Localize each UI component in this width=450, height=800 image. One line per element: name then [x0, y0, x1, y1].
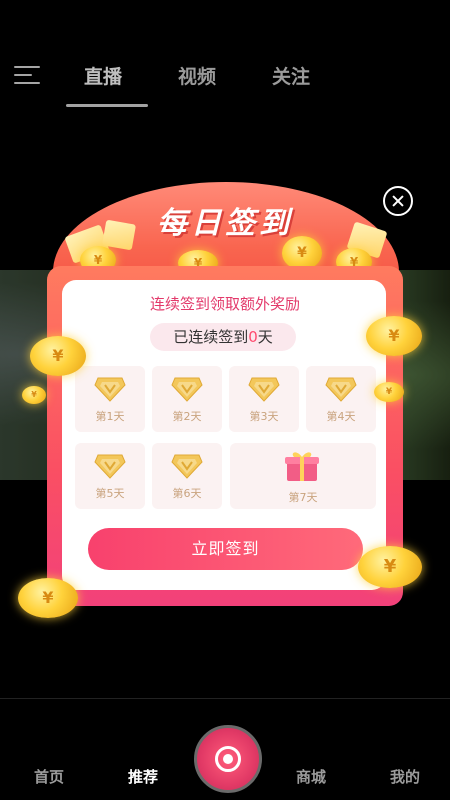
nav-home[interactable]: 首页 [34, 766, 64, 787]
coin-icon [30, 336, 86, 376]
day-label: 第2天 [172, 410, 202, 423]
coin-icon [18, 578, 78, 618]
streak-count: 0 [248, 328, 258, 346]
day-6-cell[interactable]: 第6天 [152, 443, 222, 509]
streak-prefix: 已连续签到 [173, 328, 249, 346]
checkin-subtitle: 连续签到领取额外奖励 [149, 295, 300, 313]
day-label: 第5天 [95, 487, 125, 500]
daily-checkin-popup: 每日签到 连续签到领取额外奖励 已连续签到0天 第1天 第2天 第3天 第4天 … [0, 0, 450, 800]
day-4-cell[interactable]: 第4天 [306, 366, 376, 432]
nav-recommend[interactable]: 推荐 [128, 766, 158, 787]
close-icon[interactable] [383, 186, 413, 216]
diamond-icon [94, 453, 126, 479]
day-label: 第7天 [288, 491, 318, 504]
checkin-now-button[interactable]: 立即签到 [88, 528, 363, 570]
nav-mine[interactable]: 我的 [390, 766, 420, 787]
diamond-icon [171, 376, 203, 402]
nav-mall[interactable]: 商城 [296, 766, 326, 787]
day-3-cell[interactable]: 第3天 [229, 366, 299, 432]
coin-icon [374, 382, 404, 402]
camera-icon[interactable] [194, 725, 262, 793]
day-label: 第4天 [326, 410, 356, 423]
coin-icon [22, 386, 46, 404]
coin-icon [358, 546, 422, 588]
day-7-cell[interactable]: 第7天 [230, 443, 376, 509]
diamond-icon [248, 376, 280, 402]
day-5-cell[interactable]: 第5天 [75, 443, 145, 509]
streak-suffix: 天 [257, 328, 273, 346]
day-label: 第1天 [95, 410, 125, 423]
diamond-icon [171, 453, 203, 479]
day-label: 第6天 [172, 487, 202, 500]
diamond-icon [94, 376, 126, 402]
diamond-icon [325, 376, 357, 402]
day-2-cell[interactable]: 第2天 [152, 366, 222, 432]
streak-status: 已连续签到0天 [150, 323, 296, 351]
coin-icon [366, 316, 422, 356]
gift-box-icon [282, 447, 322, 483]
day-label: 第3天 [249, 410, 279, 423]
